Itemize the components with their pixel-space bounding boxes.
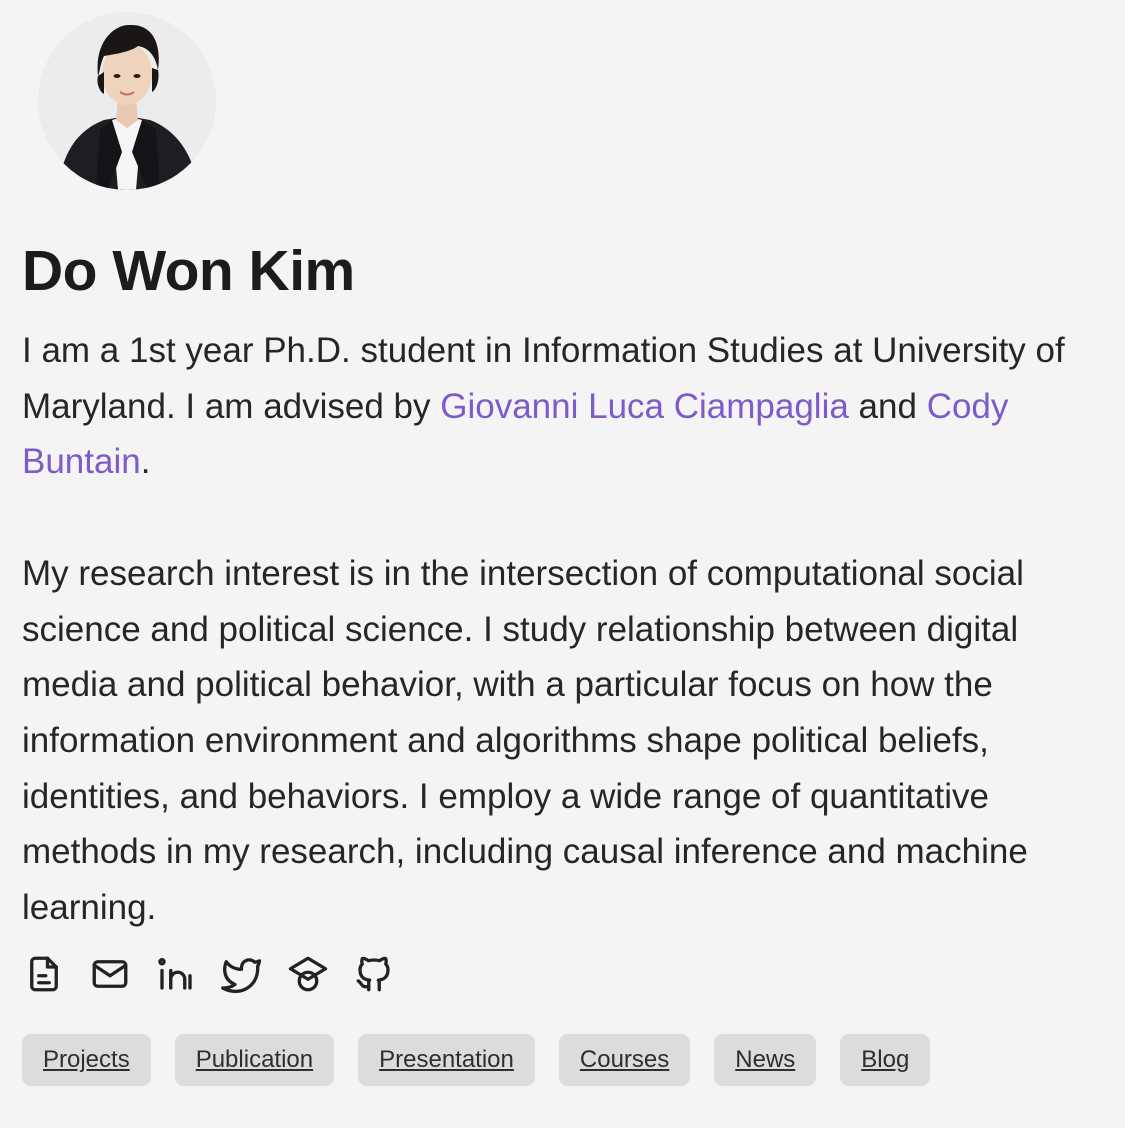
avatar-portrait (38, 12, 216, 190)
bio-intro-period: . (140, 442, 151, 482)
avatar (38, 12, 216, 190)
nav-publication-button[interactable]: Publication (174, 1034, 335, 1086)
github-icon[interactable] (352, 952, 396, 996)
email-icon[interactable] (88, 952, 132, 996)
page-title: Do Won Kim (22, 239, 355, 303)
linkedin-icon[interactable] (154, 952, 198, 996)
nav-news-button[interactable]: News (714, 1034, 817, 1086)
google-scholar-icon[interactable] (286, 952, 330, 996)
social-links (22, 952, 396, 996)
advisor-link-ciampaglia[interactable]: Giovanni Luca Ciampaglia (440, 387, 849, 426)
section-nav: Projects Publication Presentation Course… (22, 1034, 931, 1086)
bio-intro-and: and (848, 386, 927, 426)
twitter-icon[interactable] (220, 952, 264, 996)
nav-presentation-button[interactable]: Presentation (358, 1034, 535, 1086)
nav-courses-button[interactable]: Courses (558, 1034, 691, 1086)
bio-intro: I am a 1st year Ph.D. student in Informa… (22, 323, 1112, 490)
nav-blog-button[interactable]: Blog (840, 1034, 931, 1086)
bio: I am a 1st year Ph.D. student in Informa… (22, 323, 1112, 936)
bio-research: My research interest is in the intersect… (22, 553, 1028, 928)
nav-projects-button[interactable]: Projects (22, 1034, 151, 1086)
cv-document-icon[interactable] (22, 952, 66, 996)
